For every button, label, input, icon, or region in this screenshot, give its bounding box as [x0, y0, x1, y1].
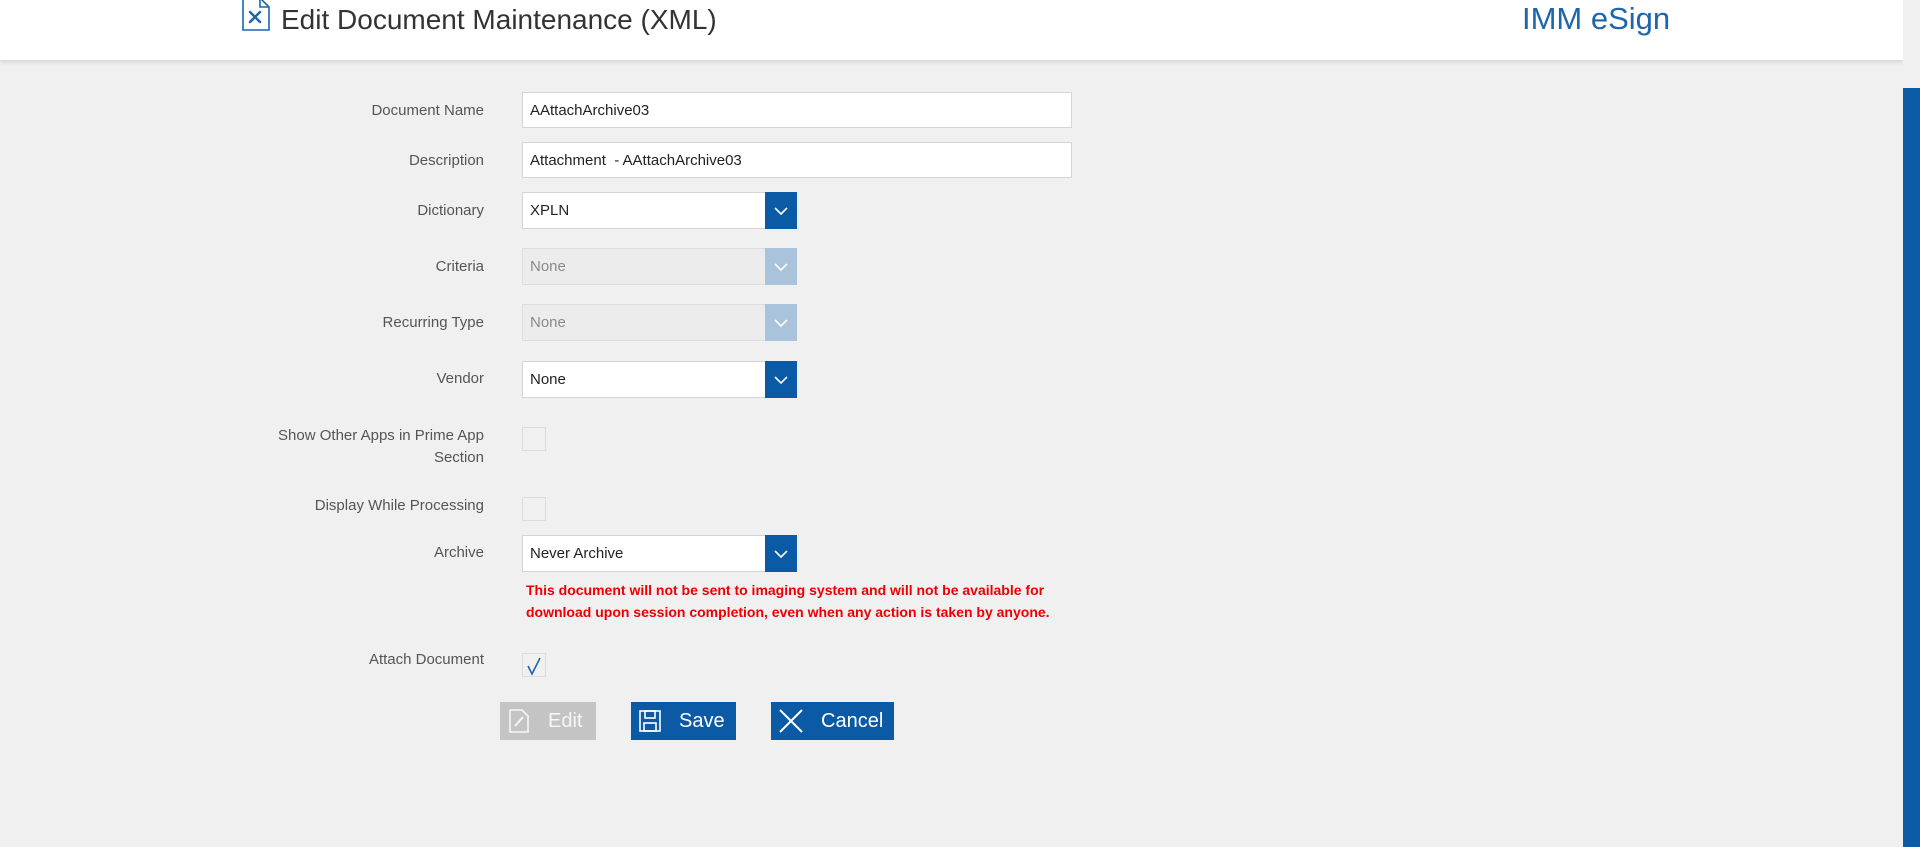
- archive-select[interactable]: Never Archive: [522, 535, 797, 572]
- page-title: Edit Document Maintenance (XML): [281, 4, 717, 35]
- description-input[interactable]: [522, 142, 1072, 178]
- attach-document-checkbox[interactable]: [522, 653, 546, 677]
- checkmark-icon: [527, 657, 541, 676]
- criteria-selected-value: None: [530, 258, 566, 275]
- close-icon: [771, 708, 811, 734]
- brand-logo-text: IMM eSign: [1522, 1, 1671, 36]
- vendor-select[interactable]: None: [522, 361, 797, 398]
- document-settings-icon: [241, 0, 271, 32]
- vendor-label: Vendor: [436, 370, 484, 387]
- dictionary-selected-value: XPLN: [530, 202, 570, 219]
- display-while-processing-label: Display While Processing: [314, 497, 484, 514]
- document-name-input[interactable]: [522, 92, 1072, 128]
- recurring-type-selected-value: None: [530, 314, 566, 331]
- dictionary-label: Dictionary: [417, 202, 484, 219]
- chevron-down-icon[interactable]: [765, 192, 797, 229]
- document-name-label: Document Name: [371, 102, 484, 119]
- floppy-disk-icon: [631, 709, 669, 733]
- criteria-label: Criteria: [435, 258, 484, 275]
- chevron-down-icon: [765, 304, 797, 341]
- page-header: Edit Document Maintenance (XML) IMM eSig…: [0, 0, 1903, 60]
- recurring-type-select: None: [522, 304, 797, 341]
- chevron-down-icon: [765, 248, 797, 285]
- pencil-icon: [500, 708, 538, 734]
- edit-button: Edit: [500, 702, 596, 740]
- criteria-select: None: [522, 248, 797, 285]
- display-while-processing-checkbox[interactable]: [522, 497, 546, 521]
- archive-warning-message: This document will not be sent to imagin…: [526, 582, 1050, 620]
- cancel-button[interactable]: Cancel: [771, 702, 894, 740]
- attach-document-label: Attach Document: [368, 651, 484, 668]
- archive-selected-value: Never Archive: [530, 545, 624, 562]
- edit-button-label: Edit: [548, 709, 583, 732]
- chevron-down-icon[interactable]: [765, 361, 797, 398]
- description-label: Description: [408, 152, 484, 169]
- chevron-down-icon[interactable]: [765, 535, 797, 572]
- show-other-apps-checkbox[interactable]: [522, 427, 546, 451]
- show-other-apps-label: Show Other Apps in Prime App Section: [278, 427, 484, 466]
- cancel-button-label: Cancel: [821, 709, 884, 732]
- recurring-type-label: Recurring Type: [382, 314, 484, 331]
- archive-label: Archive: [433, 544, 484, 561]
- scrollbar-thumb[interactable]: [1903, 88, 1920, 847]
- vendor-selected-value: None: [530, 371, 566, 388]
- save-button-label: Save: [679, 709, 725, 732]
- dictionary-select[interactable]: XPLN: [522, 192, 797, 229]
- save-button[interactable]: Save: [631, 702, 736, 740]
